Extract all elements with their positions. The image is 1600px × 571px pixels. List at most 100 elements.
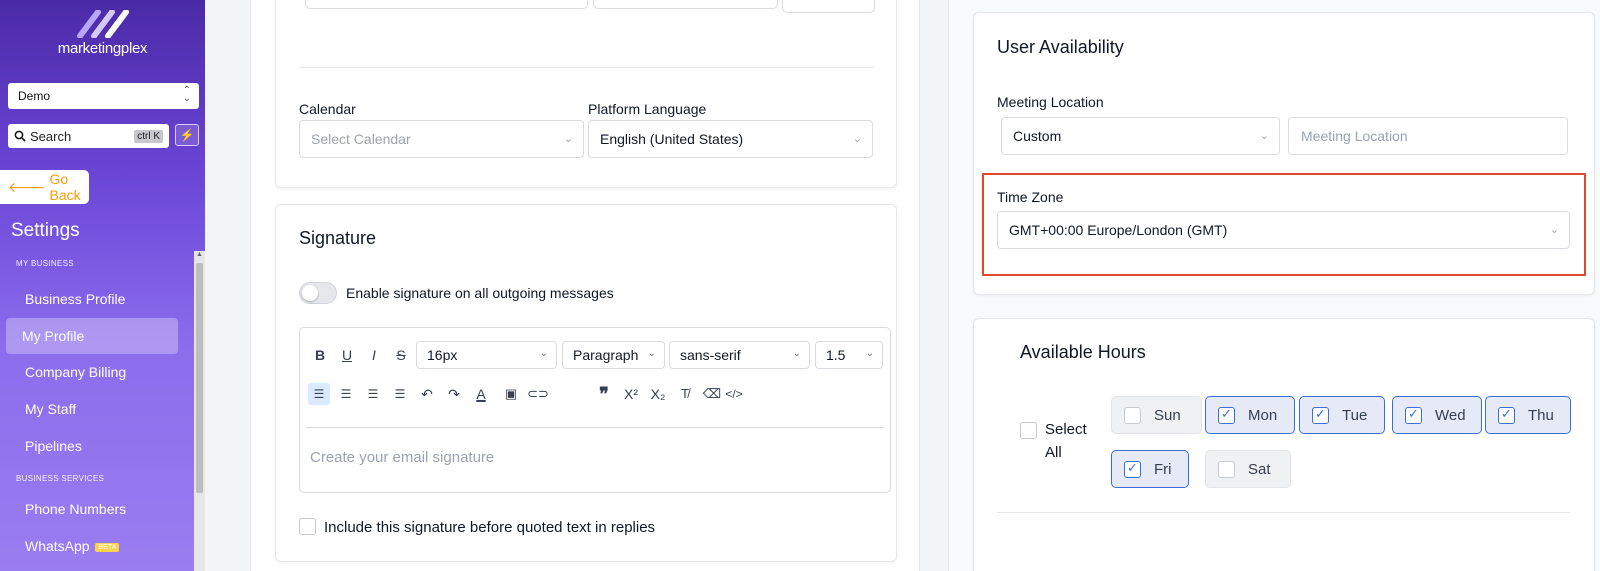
platform-language-value: English (United States) xyxy=(600,131,744,147)
user-availability-title: User Availability xyxy=(997,37,1124,57)
chevron-down-icon: ⌄ xyxy=(539,348,548,359)
day-toggle-fri[interactable]: Fri xyxy=(1111,450,1189,488)
superscript-icon[interactable]: X² xyxy=(620,383,642,405)
align-left-icon[interactable]: ☰ xyxy=(308,383,330,405)
search-shortcut: ctrl K xyxy=(134,129,163,143)
sidebar-item-business-profile[interactable]: Business Profile xyxy=(25,291,125,307)
block-type-select[interactable]: Paragraph ⌄ xyxy=(562,341,665,369)
day-label: Fri xyxy=(1154,461,1172,478)
divider xyxy=(300,67,874,68)
calendar-label: Calendar xyxy=(299,101,356,117)
location-switcher[interactable]: Demo ⌃ ⌄ xyxy=(8,83,199,109)
day-checkbox xyxy=(1218,461,1235,478)
day-checkbox xyxy=(1405,406,1422,424)
field-stub[interactable] xyxy=(593,0,778,9)
search-label: Search xyxy=(30,128,72,144)
select-all-checkbox[interactable] xyxy=(1020,422,1037,439)
clear-style-icon[interactable]: ⌫ xyxy=(701,383,723,405)
updown-chevron-icon: ⌃ ⌄ xyxy=(182,85,191,104)
location-name: Demo xyxy=(18,89,51,103)
sidebar-item-label: WhatsApp xyxy=(25,538,90,554)
blockquote-icon[interactable]: ❞ xyxy=(593,383,615,405)
day-toggle-sun[interactable]: Sun xyxy=(1111,396,1202,434)
line-height-select[interactable]: 1.5 ⌄ xyxy=(815,341,883,369)
font-family-select[interactable]: sans-serif ⌄ xyxy=(669,341,810,369)
signature-editor: B U I S 16px ⌄ Paragraph ⌄ sans-serif ⌄ … xyxy=(299,327,891,493)
day-label: Sat xyxy=(1248,461,1271,478)
strikethrough-icon[interactable]: S xyxy=(390,344,412,366)
day-toggle-thu[interactable]: Thu xyxy=(1485,396,1571,434)
day-label: Sun xyxy=(1154,407,1181,424)
sidebar-item-pipelines[interactable]: Pipelines xyxy=(25,438,82,454)
go-back-label: Go Back xyxy=(49,171,81,203)
sidebar-item-my-staff[interactable]: My Staff xyxy=(25,401,76,417)
italic-icon[interactable]: I xyxy=(363,344,385,366)
day-toggle-wed[interactable]: Wed xyxy=(1392,396,1482,434)
sidebar-scrollbar[interactable]: ▲ xyxy=(194,251,205,571)
chevron-down-icon: ⌄ xyxy=(865,348,874,359)
redo-icon[interactable]: ↷ xyxy=(443,383,465,405)
meeting-location-type-select[interactable]: Custom ⌄ xyxy=(1001,117,1280,155)
include-signature-label: Include this signature before quoted tex… xyxy=(324,519,656,536)
subscript-icon[interactable]: X₂ xyxy=(647,383,669,405)
sidebar: marketingplex Demo ⌃ ⌄ Search ctrl K ⚡ 🡐 … xyxy=(0,0,205,571)
sidebar-item-company-billing[interactable]: Company Billing xyxy=(25,364,126,380)
chevron-down-icon: ⌄ xyxy=(852,133,862,145)
link-icon[interactable]: ⊂⊃ xyxy=(527,383,549,405)
beta-badge: BETA xyxy=(95,542,120,552)
sidebar-item-whatsapp[interactable]: WhatsApp BETA xyxy=(25,538,120,554)
day-label: Thu xyxy=(1528,407,1554,424)
platform-language-select[interactable]: English (United States) ⌄ xyxy=(588,120,873,158)
calendar-select[interactable]: Select Calendar ⌄ xyxy=(299,120,584,158)
align-center-icon[interactable]: ☰ xyxy=(335,383,357,405)
day-label: Tue xyxy=(1342,407,1368,424)
include-signature-checkbox[interactable] xyxy=(299,518,316,535)
underline-icon[interactable]: U xyxy=(336,344,358,366)
meeting-location-type-value: Custom xyxy=(1013,128,1062,144)
select-all-label-line1: Select xyxy=(1045,421,1087,438)
code-view-icon[interactable]: </> xyxy=(723,383,745,405)
sidebar-item-my-profile[interactable]: My Profile xyxy=(6,318,178,354)
image-icon[interactable]: ▣ xyxy=(500,383,522,405)
line-height-value: 1.5 xyxy=(826,347,846,363)
signature-toggle[interactable] xyxy=(299,282,337,304)
calendar-placeholder: Select Calendar xyxy=(311,131,411,147)
day-toggle-mon[interactable]: Mon xyxy=(1205,396,1295,434)
undo-icon[interactable]: ↶ xyxy=(416,383,438,405)
day-toggle-sat[interactable]: Sat xyxy=(1205,450,1291,488)
meeting-location-label: Meeting Location xyxy=(997,94,1104,110)
field-stub[interactable] xyxy=(782,0,875,13)
day-label: Mon xyxy=(1248,407,1278,424)
day-toggle-tue[interactable]: Tue xyxy=(1299,396,1385,434)
select-all-label-line2: All xyxy=(1045,444,1062,461)
search-button[interactable]: Search ctrl K xyxy=(8,124,169,148)
font-size-select[interactable]: 16px ⌄ xyxy=(416,341,557,369)
clear-format-icon[interactable]: T̸ xyxy=(674,383,696,405)
scrollbar-thumb[interactable] xyxy=(196,263,203,493)
align-justify-icon[interactable]: ☰ xyxy=(389,383,411,405)
field-stub[interactable] xyxy=(305,0,588,9)
section-label-business-services: BUSINESS SERVICES xyxy=(16,474,105,483)
divider xyxy=(997,512,1570,513)
brand-logo[interactable]: marketingplex xyxy=(0,10,205,57)
day-label: Wed xyxy=(1435,407,1466,424)
scroll-up-arrow-icon[interactable]: ▲ xyxy=(196,251,203,258)
align-right-icon[interactable]: ☰ xyxy=(362,383,384,405)
signature-toggle-label: Enable signature on all outgoing message… xyxy=(346,285,614,301)
arrow-left-icon: 🡐 xyxy=(8,178,46,195)
bold-icon[interactable]: B xyxy=(309,344,331,366)
font-family-value: sans-serif xyxy=(680,347,741,363)
profile-card xyxy=(275,0,897,188)
platform-language-label: Platform Language xyxy=(588,101,707,117)
quick-actions-button[interactable]: ⚡ xyxy=(175,124,199,146)
sidebar-item-phone-numbers[interactable]: Phone Numbers xyxy=(25,501,126,517)
editor-divider xyxy=(306,427,884,428)
search-icon xyxy=(14,130,26,142)
meeting-location-input[interactable]: Meeting Location xyxy=(1288,117,1568,155)
signature-placeholder[interactable]: Create your email signature xyxy=(310,449,494,466)
logo-icon xyxy=(76,10,129,38)
section-label-my-business: MY BUSINESS xyxy=(16,259,74,268)
signature-title: Signature xyxy=(299,228,377,248)
go-back-button[interactable]: 🡐 Go Back xyxy=(0,170,89,204)
text-color-icon[interactable]: A xyxy=(470,383,492,405)
